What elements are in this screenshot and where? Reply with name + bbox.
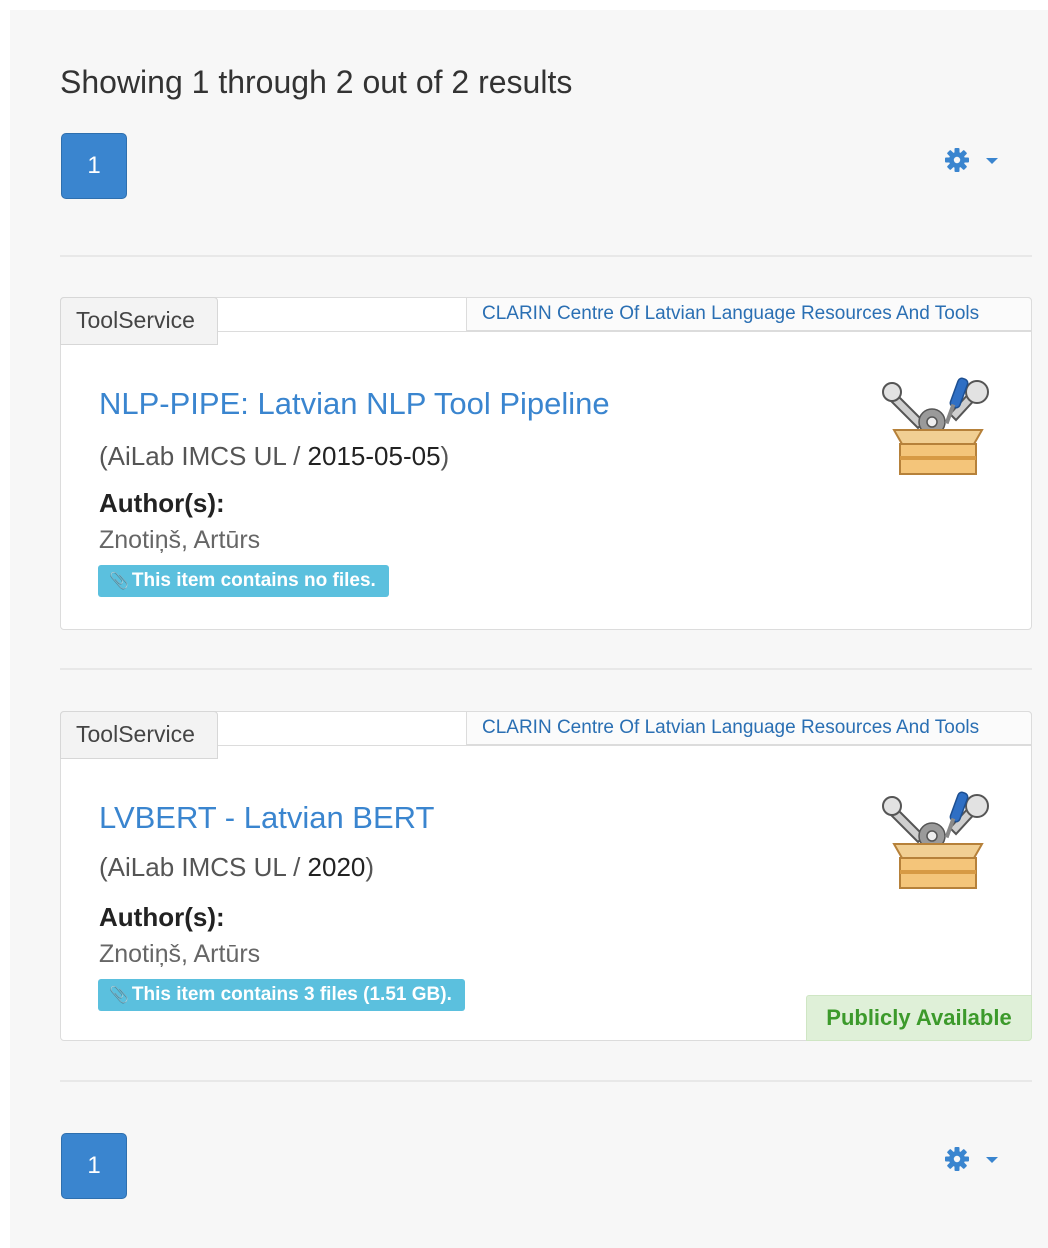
divider (60, 255, 1032, 257)
item-publisher: (AiLab IMCS UL / (99, 852, 308, 882)
files-info-text: This item contains 3 files (1.51 GB). (131, 984, 452, 1005)
authors-label: Author(s): (99, 902, 225, 932)
item-date-close: ) (365, 852, 375, 882)
files-info-text: This item contains no files. (131, 570, 376, 591)
gear-icon (945, 1147, 998, 1171)
results-summary: Showing 1 through 2 out of 2 results (60, 64, 573, 100)
card-header-line (218, 331, 1031, 332)
item-organization-link[interactable]: CLARIN Centre Of Latvian Language Resour… (466, 711, 1032, 745)
divider (60, 668, 1032, 670)
item-date-close: ) (440, 441, 450, 471)
pagination-page-1-top[interactable]: 1 (61, 133, 127, 199)
pagination-page-1-bottom[interactable]: 1 (61, 1133, 127, 1199)
item-type-label: ToolService (60, 297, 218, 345)
item-publisher-date: (AiLab IMCS UL / 2015-05-05) (99, 441, 449, 472)
gear-icon (945, 148, 998, 172)
availability-badge: Publicly Available (806, 995, 1032, 1041)
item-title-link[interactable]: LVBERT - Latvian BERT (99, 800, 434, 836)
paperclip-icon: 📎 (109, 987, 129, 1004)
sort-options-menu-bottom[interactable] (944, 1143, 1004, 1175)
item-organization-link[interactable]: CLARIN Centre Of Latvian Language Resour… (466, 297, 1032, 331)
card-header-line (218, 745, 1031, 746)
result-item-card: ToolService CLARIN Centre Of Latvian Lan… (60, 711, 1032, 1041)
sort-options-menu-top[interactable] (944, 144, 1004, 176)
item-title-link[interactable]: NLP-PIPE: Latvian NLP Tool Pipeline (99, 386, 610, 422)
toolbox-icon (882, 791, 989, 889)
item-type-label: ToolService (60, 711, 218, 759)
item-author-link[interactable]: Znotiņš, Artūrs (99, 940, 260, 969)
files-info-badge[interactable]: 📎 This item contains no files. (98, 565, 389, 597)
authors-label: Author(s): (99, 488, 225, 518)
caret-down-icon (986, 158, 998, 164)
item-publisher-date: (AiLab IMCS UL / 2020) (99, 852, 374, 883)
item-date: 2015-05-05 (307, 441, 441, 471)
divider (60, 1080, 1032, 1082)
paperclip-icon: 📎 (109, 573, 129, 590)
caret-down-icon (986, 1157, 998, 1163)
result-item-card: ToolService CLARIN Centre Of Latvian Lan… (60, 297, 1032, 630)
files-info-badge[interactable]: 📎 This item contains 3 files (1.51 GB). (98, 979, 465, 1011)
item-date: 2020 (307, 852, 366, 882)
item-publisher: (AiLab IMCS UL / (99, 441, 308, 471)
item-author-link[interactable]: Znotiņš, Artūrs (99, 526, 260, 555)
toolbox-icon (882, 377, 989, 475)
